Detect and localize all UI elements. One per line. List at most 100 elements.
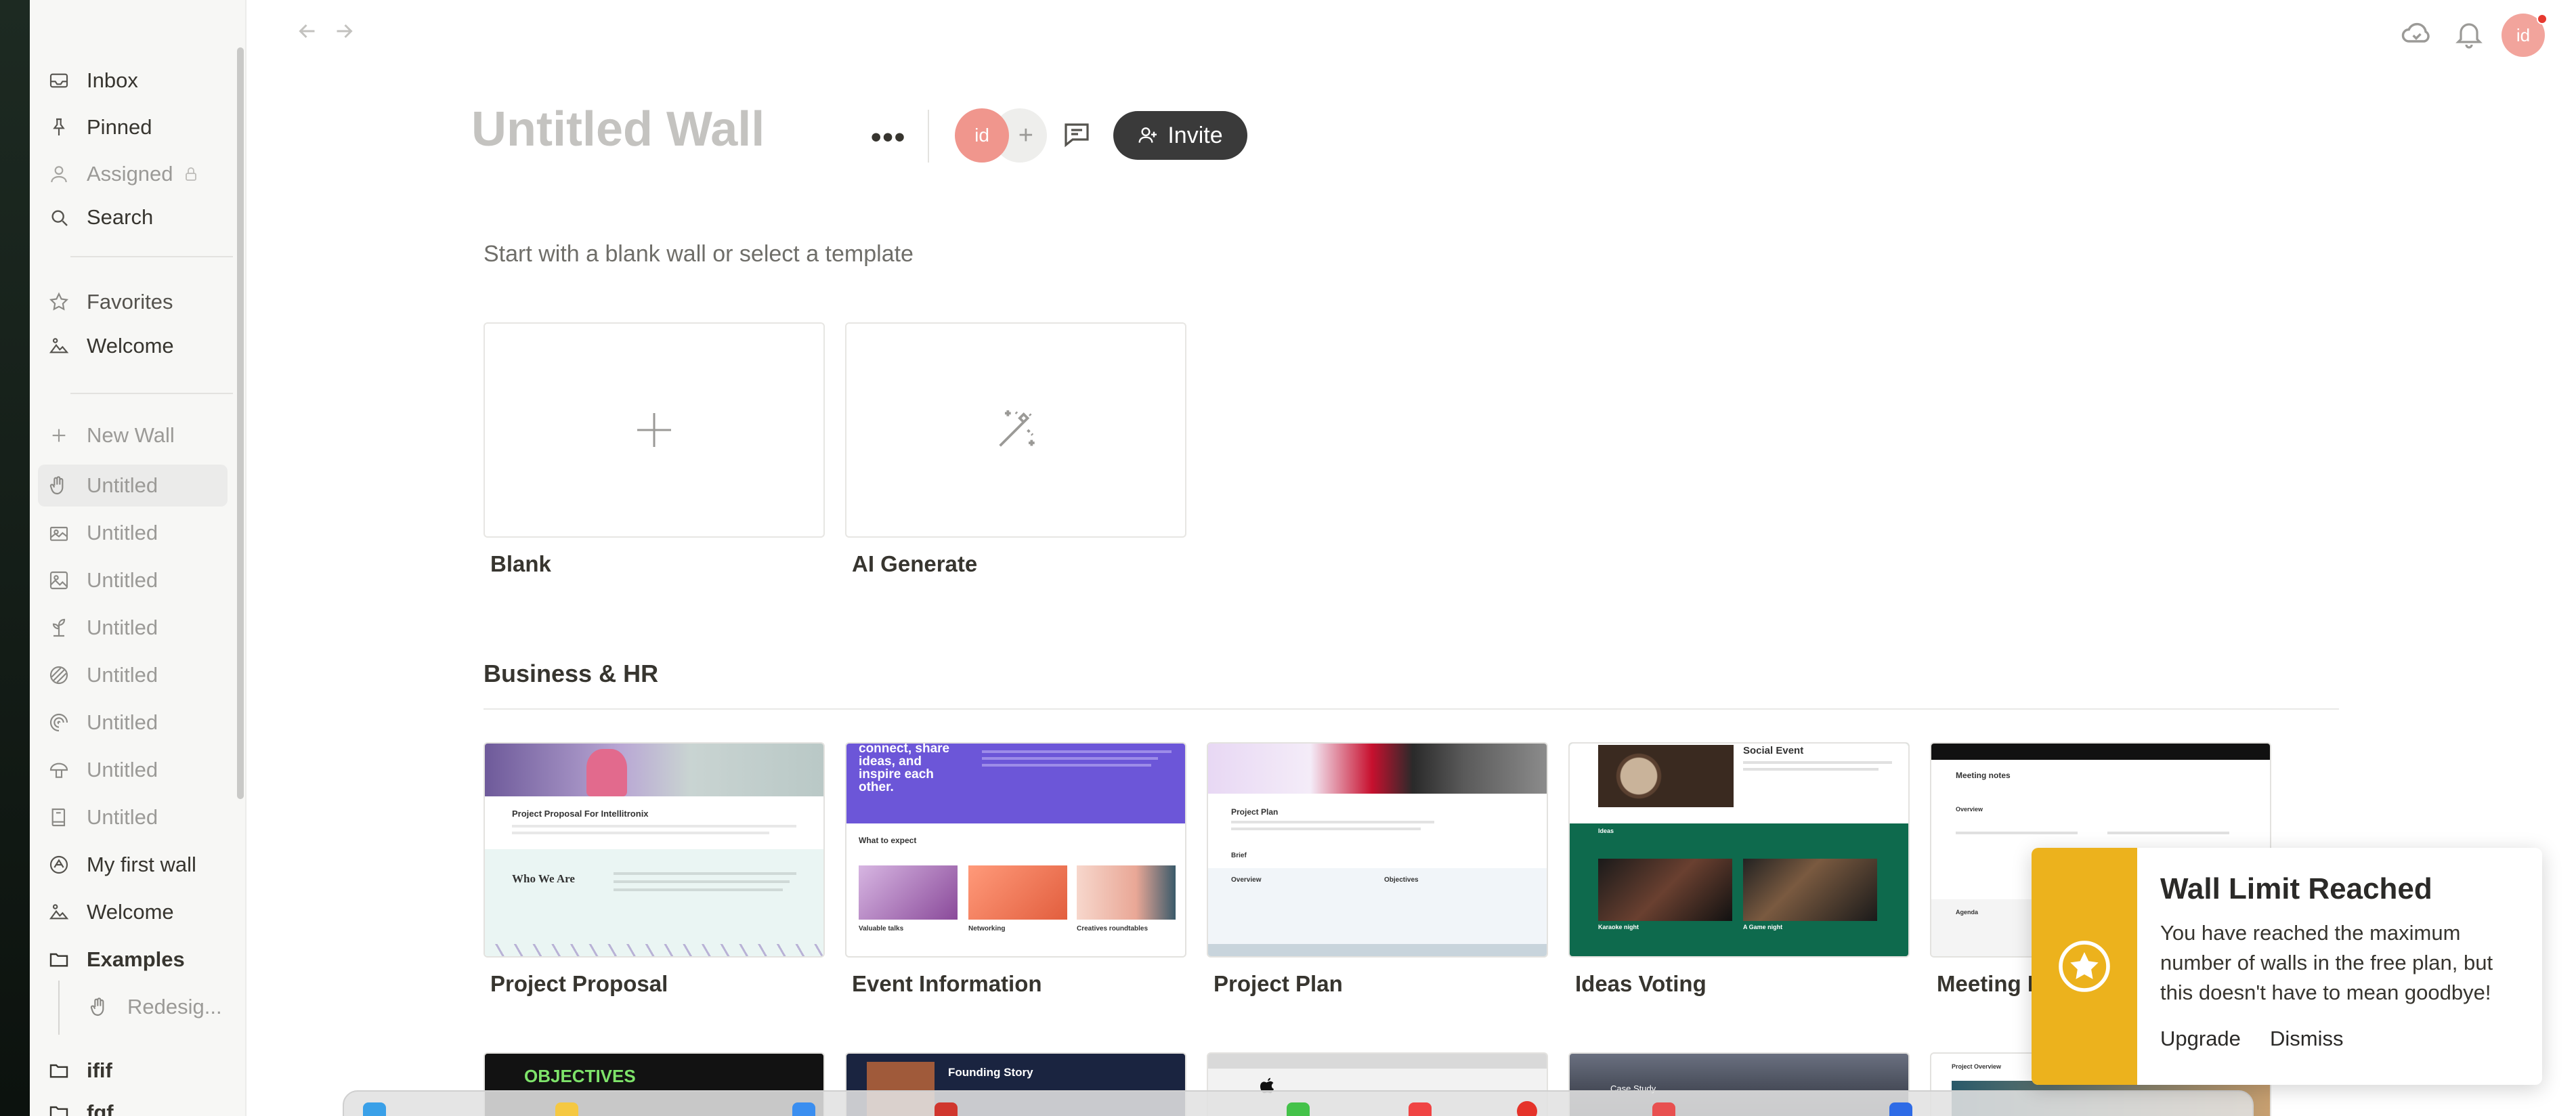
hand-icon [88,995,111,1018]
magic-wand-icon [999,410,1035,447]
dock-app-icon[interactable] [1287,1102,1310,1116]
sidebar-item-label: Redesig... [127,995,222,1018]
dismiss-button[interactable]: Dismiss [2270,1027,2344,1051]
more-options-button[interactable]: ••• [871,121,906,154]
sidebar-wall-item[interactable]: Untitled [38,654,228,696]
sidebar-example-child[interactable]: Redesig... [79,986,228,1028]
preview-text-line [614,880,790,883]
preview-text-line [982,764,1151,767]
wall-limit-toast: Wall Limit Reached You have reached the … [2032,848,2542,1085]
sidebar-item-pinned[interactable]: Pinned [38,106,228,148]
blank-label: Blank [490,551,551,576]
template-card-project-proposal[interactable]: Project Proposal For Intellitronix Who W… [484,742,825,958]
preview-subheading: Ideas [1598,828,1614,834]
comment-icon[interactable] [1060,118,1093,150]
preview-banner [1208,1054,1547,1069]
inbox-icon [47,69,70,92]
toast-title: Wall Limit Reached [2160,872,2432,905]
preview-col: Karaoke night [1598,924,1639,930]
sidebar-divider [70,256,233,257]
sidebar-wall-item[interactable]: Untitled [38,796,228,838]
sidebar-wall-item[interactable]: Untitled [38,749,228,791]
back-arrow-icon[interactable] [295,19,320,43]
template-card-ideas-voting[interactable]: Social Event Ideas Karaoke night A Game … [1568,742,1910,958]
landscape-icon [47,335,70,358]
sidebar-folder-examples[interactable]: Examples [38,939,228,981]
preview-col: A Game night [1743,924,1783,930]
invite-button[interactable]: Invite [1113,111,1247,160]
header-divider [928,110,929,163]
sidebar-item-search[interactable]: Search [38,196,228,238]
dock-badge [1517,1101,1537,1116]
ai-generate-card[interactable] [845,322,1186,538]
sidebar-wall-item[interactable]: Untitled [38,559,228,601]
search-icon [47,206,70,229]
forward-arrow-icon[interactable] [332,19,356,43]
preview-col: Overview [1231,876,1262,884]
preview-hero: connect, share ideas, and inspire each o… [859,742,950,794]
sidebar-item-label: Examples [87,947,185,971]
sidebar-wall-item[interactable]: My first wall [38,844,228,886]
preview-col: Objectives [1384,876,1419,884]
template-card-event-information[interactable]: connect, share ideas, and inspire each o… [845,742,1186,958]
dock-app-icon[interactable] [555,1102,578,1116]
sidebar-item-assigned[interactable]: Assigned [38,153,228,195]
sidebar-item-label: Untitled [87,521,158,544]
blank-template-card[interactable] [484,322,825,538]
section-divider [484,708,2339,710]
sidebar-favorites-header: Favorites [38,281,228,323]
preview-heading: Founding Story [948,1066,1033,1079]
plus-icon [637,413,671,447]
member-avatar[interactable]: id [955,108,1009,163]
sidebar-item-inbox[interactable]: Inbox [38,60,228,102]
sidebar-folder-fgf[interactable]: fgf [38,1092,228,1116]
spiral-icon [47,711,70,734]
preview-banner [1931,744,2270,760]
vase-shape [586,749,627,796]
preview-heading: Project Overview [1952,1063,2002,1070]
sidebar-item-label: Untitled [87,758,158,781]
dock-app-icon[interactable] [935,1102,958,1116]
preview-text-line [1743,761,1892,764]
sidebar-item-label: Assigned [87,162,173,186]
toast-accent-band [2032,848,2137,1085]
preview-col: Valuable talks [859,925,904,932]
sidebar-wall-item[interactable]: Welcome [38,891,228,933]
sidebar-wall-item[interactable]: Untitled [38,702,228,744]
sidebar-item-label: ifif [87,1058,112,1082]
dock-app-icon[interactable] [363,1102,386,1116]
sidebar-wall-item[interactable]: Untitled [38,607,228,649]
card-label: Ideas Voting [1575,971,1706,996]
sidebar-item-label: Untitled [87,805,158,829]
ai-generate-label: AI Generate [852,551,978,576]
dock-app-icon[interactable] [1409,1102,1432,1116]
sidebar-scrollbar[interactable] [237,47,244,799]
sidebar-item-label: fgf [87,1100,114,1116]
sidebar-wall-item[interactable]: Untitled [38,465,228,507]
preview-section [485,849,823,956]
sidebar-folder-ifif[interactable]: ifif [38,1050,228,1092]
preview-image [1077,865,1176,920]
wall-title-input[interactable]: Untitled Wall [471,102,765,157]
sidebar-item-label: Untitled [87,663,158,687]
preview-heading: Project Plan [1231,807,1279,817]
sidebar-wall-item[interactable]: Untitled [38,512,228,554]
new-wall-label: New Wall [87,423,175,447]
new-wall-button[interactable]: New Wall [38,414,228,456]
dock-app-icon[interactable] [1889,1102,1912,1116]
sidebar-item-welcome-favorite[interactable]: Welcome [38,325,228,367]
add-user-icon [1138,127,1157,143]
upgrade-button[interactable]: Upgrade [2160,1027,2241,1051]
preview-text-line [512,832,769,834]
landscape-icon [47,901,70,924]
sidebar-item-label: My first wall [87,853,196,876]
preview-image [968,865,1067,920]
start-subtitle: Start with a blank wall or select a temp… [484,241,914,267]
bell-icon[interactable] [2453,18,2485,50]
dock-app-icon[interactable] [1652,1102,1675,1116]
template-card-project-plan[interactable]: Project Plan Brief Overview Objectives [1207,742,1548,958]
tree-line [58,981,60,1035]
cloud-sync-icon[interactable] [2399,15,2434,50]
dock-app-icon[interactable] [792,1102,815,1116]
preview-subheading: Overview [1956,806,1983,813]
